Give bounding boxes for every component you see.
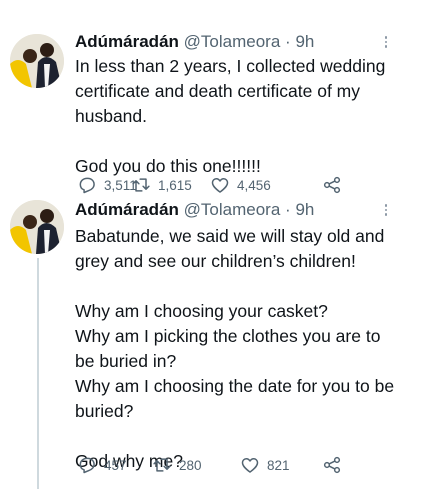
share-button[interactable]: [322, 175, 342, 195]
like-button[interactable]: 821: [240, 455, 290, 475]
like-icon: [211, 178, 229, 193]
author-handle[interactable]: @Tolameora: [184, 32, 281, 51]
avatar[interactable]: [10, 200, 64, 254]
share-button[interactable]: [322, 455, 342, 475]
tweet[interactable]: Adúmáradán @Tolameora · 9h In less than …: [0, 0, 441, 200]
more-icon[interactable]: [383, 36, 389, 48]
share-icon: [323, 176, 341, 194]
retweet-button[interactable]: 280: [152, 455, 202, 475]
author-name[interactable]: Adúmáradán: [75, 200, 179, 219]
like-count: 4,456: [237, 177, 271, 193]
retweet-count: 1,615: [158, 177, 192, 193]
retweet-count: 280: [179, 457, 202, 473]
separator: ·: [285, 200, 291, 219]
retweet-button[interactable]: 1,615: [131, 175, 192, 195]
share-icon: [323, 456, 341, 474]
avatar-photo: [10, 34, 64, 88]
tweet-text: Babatunde, we said we will stay old and …: [75, 226, 395, 471]
like-icon: [241, 458, 259, 473]
timestamp[interactable]: 9h: [295, 200, 314, 219]
tweet-text: In less than 2 years, I collected weddin…: [75, 56, 386, 176]
like-button[interactable]: 4,456: [210, 175, 271, 195]
tweet-actions: 457 280 821: [75, 455, 375, 477]
reply-count: 457: [104, 457, 127, 473]
avatar[interactable]: [10, 34, 64, 88]
timestamp[interactable]: 9h: [295, 32, 314, 51]
reply-button[interactable]: 3,511: [77, 175, 137, 195]
tweet-actions: 3,511 1,615 4,456: [75, 175, 375, 197]
like-count: 821: [267, 457, 290, 473]
more-icon[interactable]: [383, 204, 389, 216]
thread-line: [37, 258, 39, 489]
author-handle[interactable]: @Tolameora: [184, 200, 281, 219]
reply-icon: [79, 457, 95, 474]
separator: ·: [285, 32, 291, 51]
reply-button[interactable]: 457: [77, 455, 127, 475]
author-name[interactable]: Adúmáradán: [75, 32, 179, 51]
tweet[interactable]: Adúmáradán @Tolameora · 9h Babatunde, we…: [0, 200, 441, 489]
reply-icon: [79, 177, 95, 194]
tweet-header: Adúmáradán @Tolameora · 9h: [75, 200, 314, 220]
retweet-icon: [153, 458, 171, 472]
retweet-icon: [132, 178, 150, 192]
avatar-photo: [10, 200, 64, 254]
tweet-header: Adúmáradán @Tolameora · 9h: [75, 32, 314, 52]
